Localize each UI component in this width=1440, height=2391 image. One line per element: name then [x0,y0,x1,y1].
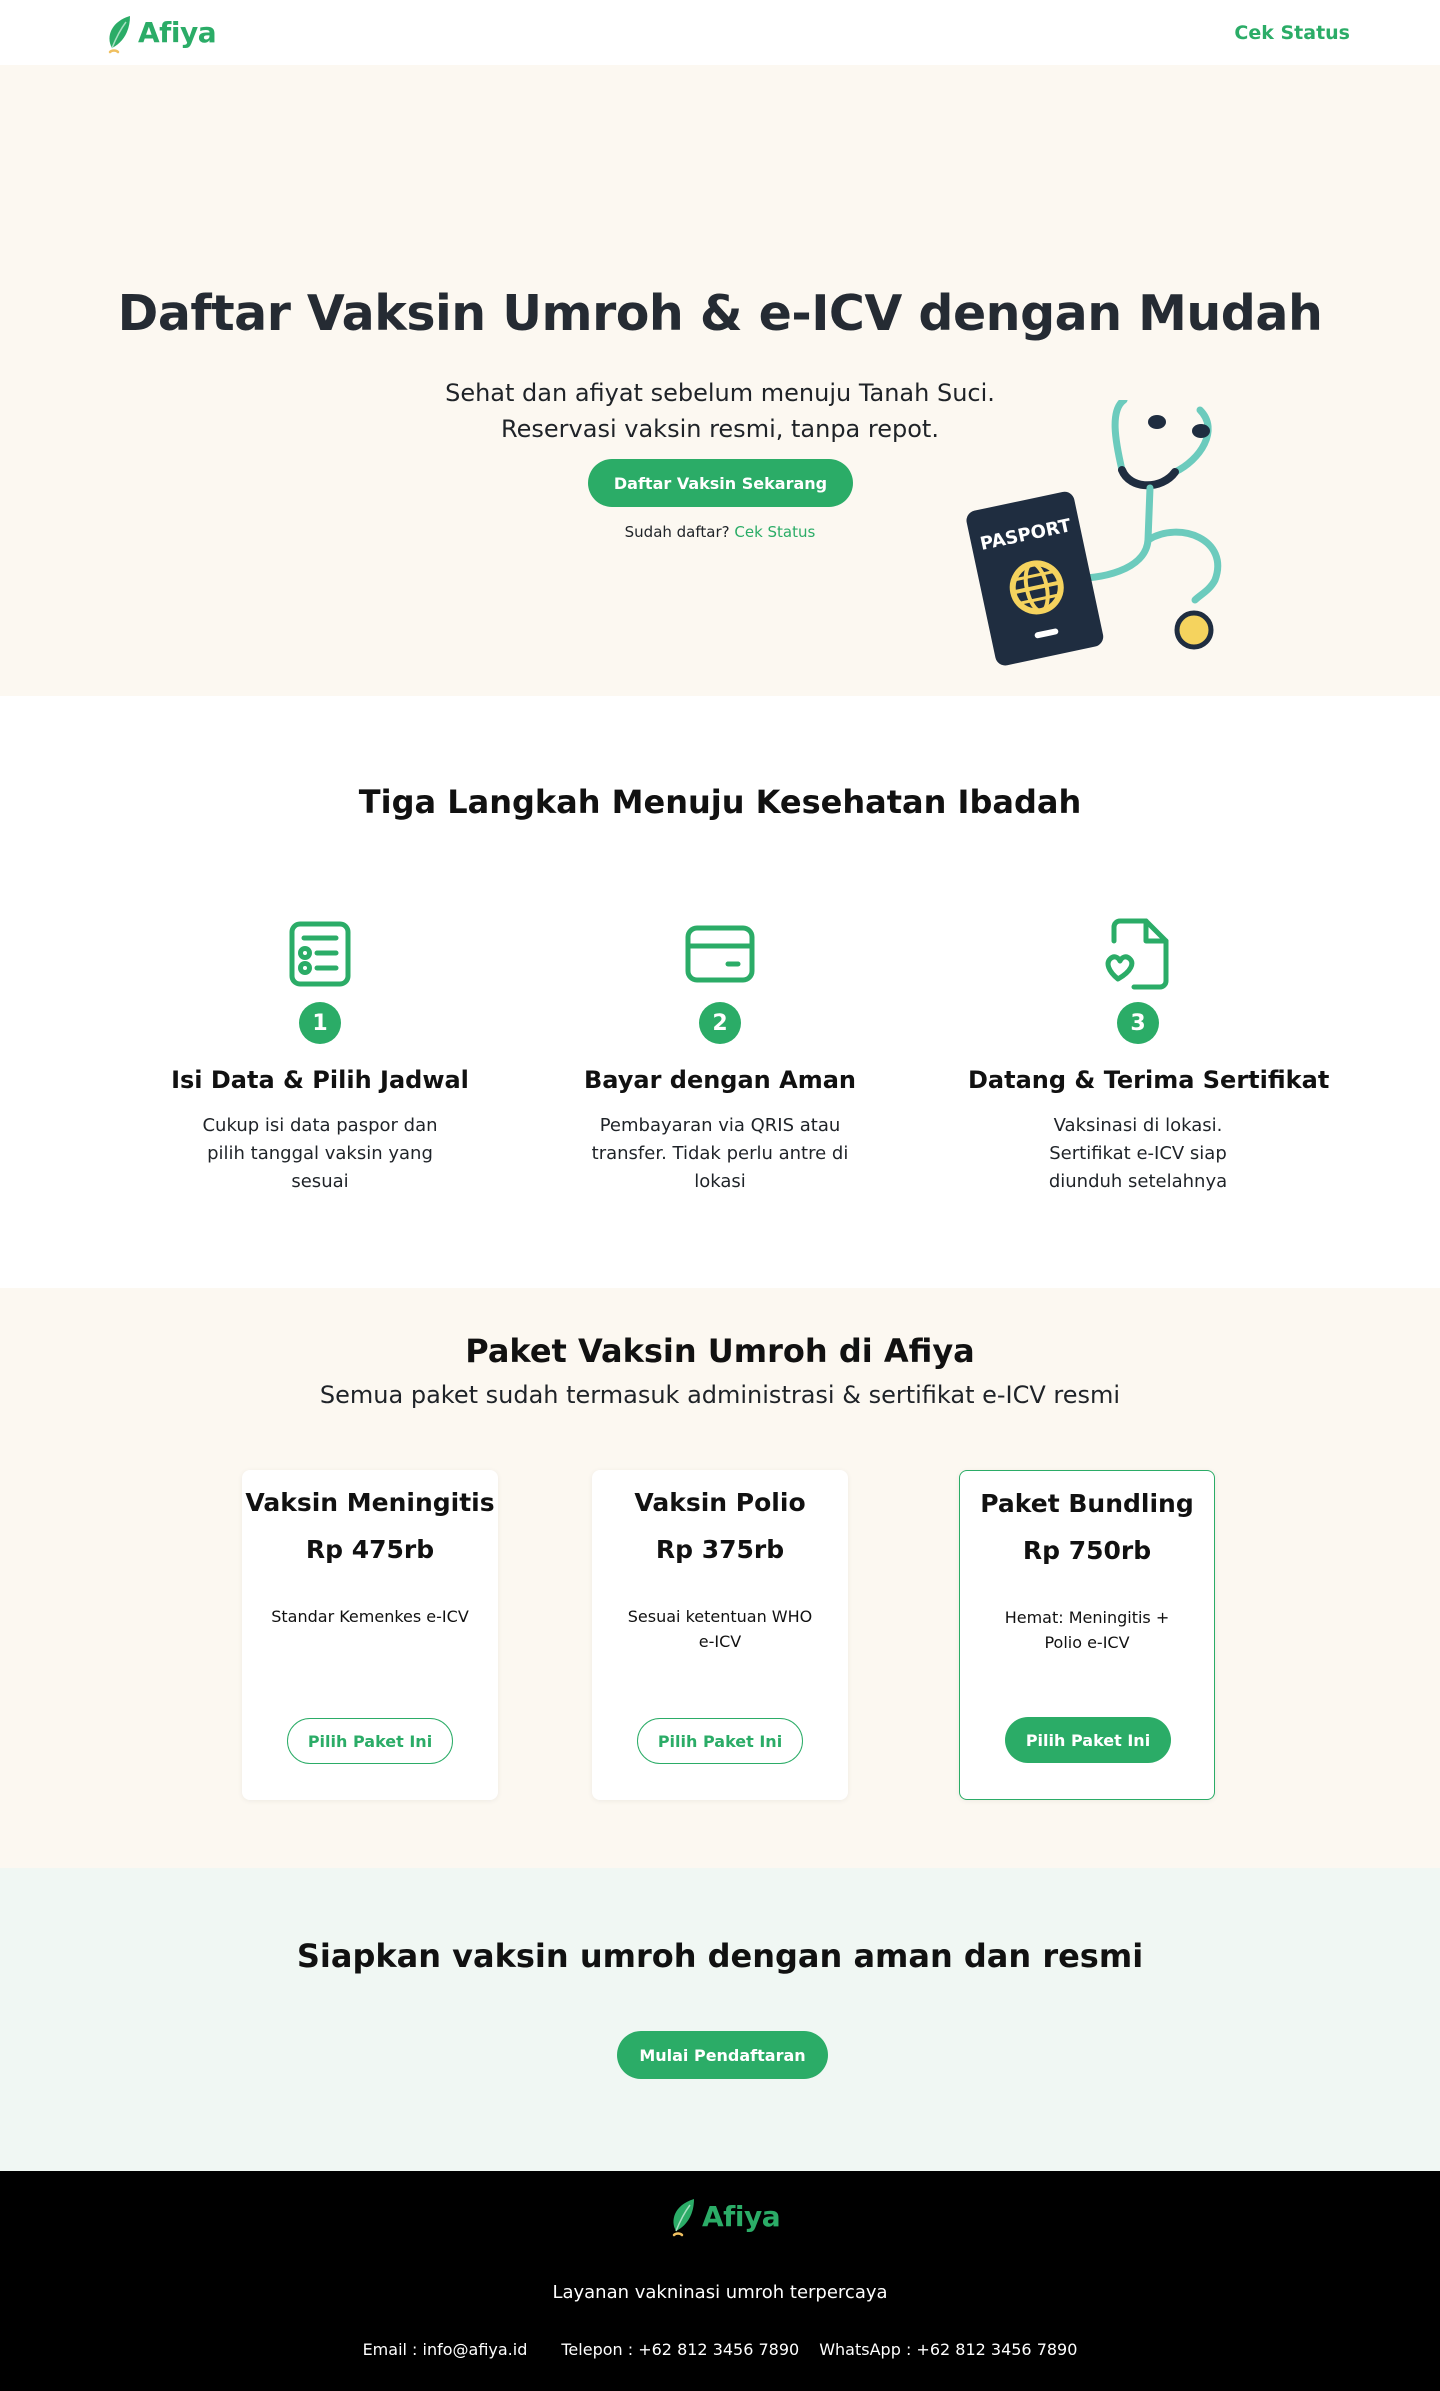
package-description: Hemat: Meningitis + Polio e-ICV [1004,1608,1170,1652]
top-nav: Afiya Cek Status [0,0,1440,65]
package-card-polio: Vaksin Polio Rp 375rb Sesuai ketentuan W… [592,1470,848,1800]
step-number-badge: 1 [299,1002,341,1044]
footer-whatsapp: WhatsApp : +62 812 3456 7890 [819,2340,1078,2359]
stethoscope-tube [1111,400,1128,474]
footer: Afiya Layanan vakninasi umroh terpercaya… [0,2171,1440,2391]
passport-stethoscope-illustration: PASPORT [966,400,1221,666]
package-price: Rp 475rb [305,1535,435,1564]
earpiece-left [1148,415,1166,429]
steps-section: Tiga Langkah Menuju Kesehatan Ibadah 1 I… [0,696,1440,1288]
package-price: Rp 375rb [655,1535,785,1564]
hero-cek-status-link[interactable]: Cek Status [734,523,815,541]
step-number-badge: 2 [699,1002,741,1044]
package-card-bundling: Paket Bundling Rp 750rb Hemat: Meningiti… [959,1470,1215,1800]
passport-book: PASPORT [966,491,1104,666]
package-card-meningitis: Vaksin Meningitis Rp 475rb Standar Kemen… [242,1470,498,1800]
footer-contacts: Email : info@afiya.id Telepon : +62 812 … [0,2340,1440,2359]
register-vaccine-button[interactable]: Daftar Vaksin Sekarang [588,459,853,507]
step-title: Datang & Terima Sertifikat [968,1066,1330,1094]
nav-cek-status-link[interactable]: Cek Status [1234,22,1350,44]
brand-name: Afiya [138,16,217,49]
document-heart-icon [1105,918,1169,990]
stethoscope-tube-right [1171,406,1212,476]
hero-note-prefix: Sudah daftar? [624,523,730,541]
choose-package-button[interactable]: Pilih Paket Ini [1005,1717,1171,1763]
leaf-logo-icon [108,15,130,53]
footer-email: Email : info@afiya.id [362,2340,528,2359]
packages-title: Paket Vaksin Umroh di Afiya [465,1332,975,1370]
stethoscope-lower-tube [1144,528,1221,604]
step-title: Isi Data & Pilih Jadwal [171,1066,469,1094]
cta-band-title: Siapkan vaksin umroh dengan aman dan res… [296,1937,1144,1975]
footer-tagline: Layanan vakninasi umroh terpercaya [552,2282,888,2303]
steps-title: Tiga Langkah Menuju Kesehatan Ibadah [358,783,1082,821]
packages-subtitle: Semua paket sudah termasuk administrasi … [319,1381,1121,1409]
step-2: 2 Bayar dengan Aman Pembayaran via QRIS … [570,918,870,1196]
footer-brand-logo-link[interactable]: Afiya [668,2195,781,2237]
footer-phone: Telepon : +62 812 3456 7890 [561,2340,800,2359]
stethoscope-yoke [1118,466,1179,490]
brand-logo-link[interactable]: Afiya [104,12,217,54]
hero-title: Daftar Vaksin Umroh & e-ICV dengan Mudah [117,285,1323,342]
step-description: Pembayaran via QRIS atau transfer. Tidak… [591,1115,849,1192]
packages-section: Paket Vaksin Umroh di Afiya Semua paket … [0,1288,1440,1868]
choose-package-button[interactable]: Pilih Paket Ini [637,1718,803,1764]
package-price: Rp 750rb [1022,1536,1152,1565]
choose-package-button[interactable]: Pilih Paket Ini [287,1718,453,1764]
package-name: Vaksin Polio [634,1488,806,1517]
step-description: Cukup isi data paspor dan pilih tanggal … [202,1115,438,1192]
step-title: Bayar dengan Aman [583,1066,856,1094]
chestpiece [1174,610,1214,650]
cta-band-section: Siapkan vaksin umroh dengan aman dan res… [0,1868,1440,2171]
footer-brand-name: Afiya [702,2199,781,2233]
start-registration-button[interactable]: Mulai Pendaftaran [617,2031,828,2079]
credit-card-icon [685,925,755,983]
step-3: 3 Datang & Terima Sertifikat Vaksinasi d… [968,918,1329,1196]
package-description: Sesuai ketentuan WHO e-ICV [627,1607,813,1651]
step-description: Vaksinasi di lokasi. Sertifikat e-ICV si… [1048,1115,1228,1192]
earpiece-right [1192,424,1210,438]
step-1: 1 Isi Data & Pilih Jadwal Cukup isi data… [170,918,470,1196]
package-name: Paket Bundling [980,1489,1194,1518]
form-list-icon [289,921,351,987]
hero-section: Daftar Vaksin Umroh & e-ICV dengan Mudah… [0,65,1440,696]
step-number-badge: 3 [1117,1002,1159,1044]
package-name: Vaksin Meningitis [245,1488,495,1517]
leaf-logo-icon [672,2199,694,2237]
package-description: Standar Kemenkes e-ICV [271,1607,469,1626]
